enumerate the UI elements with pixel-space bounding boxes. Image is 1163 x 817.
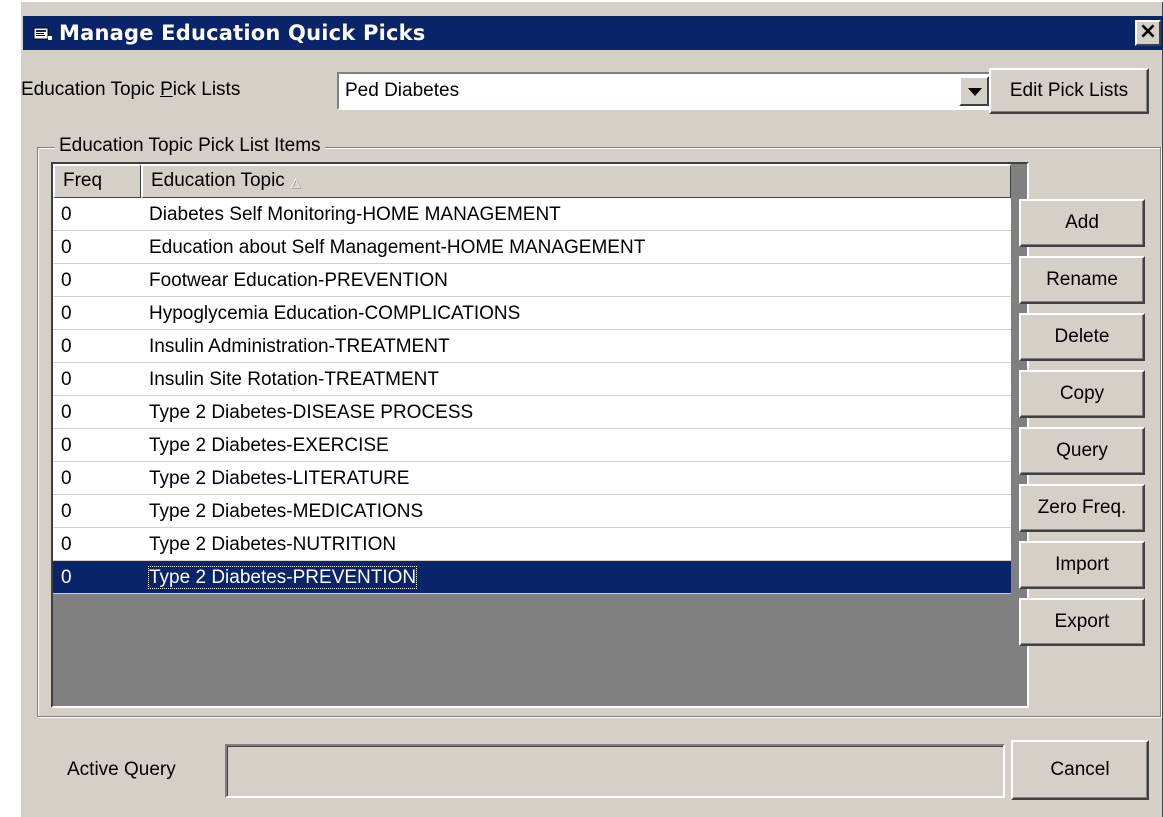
topic-text: Type 2 Diabetes-EXERCISE bbox=[149, 435, 389, 456]
app-icon bbox=[33, 25, 53, 42]
add-button[interactable]: Add bbox=[1019, 199, 1145, 247]
table-row[interactable]: 0 Footwear Education-PREVENTION bbox=[53, 264, 1011, 297]
topic-text: Footwear Education-PREVENTION bbox=[149, 270, 448, 291]
listview-header: Freq Education Topic △ bbox=[53, 164, 1027, 198]
topic-cell: Insulin Site Rotation-TREATMENT bbox=[141, 363, 1011, 395]
table-row[interactable]: 0 Type 2 Diabetes-PREVENTION bbox=[53, 561, 1011, 594]
freq-cell: 0 bbox=[61, 336, 72, 357]
topic-cell: Hypoglycemia Education-COMPLICATIONS bbox=[141, 297, 1011, 329]
freq-cell: 0 bbox=[61, 204, 72, 225]
picklist-label: Education Topic Pick Lists bbox=[21, 79, 240, 101]
rename-button[interactable]: Rename bbox=[1019, 256, 1145, 304]
copy-button[interactable]: Copy bbox=[1019, 370, 1145, 418]
topic-text: Insulin Site Rotation-TREATMENT bbox=[149, 369, 440, 390]
freq-cell: 0 bbox=[61, 402, 72, 423]
topic-cell: Education about Self Management-HOME MAN… bbox=[141, 231, 1011, 263]
topic-cell: Type 2 Diabetes-DISEASE PROCESS bbox=[141, 396, 1011, 428]
table-row[interactable]: 0 Insulin Site Rotation-TREATMENT bbox=[53, 363, 1011, 396]
topic-text: Type 2 Diabetes-LITERATURE bbox=[149, 468, 410, 489]
column-header-topic-label: Education Topic bbox=[151, 170, 285, 191]
picklist-dropdown[interactable]: Ped Diabetes bbox=[337, 72, 993, 110]
table-row[interactable]: 0 Type 2 Diabetes-NUTRITION bbox=[53, 528, 1011, 561]
column-header-freq-label: Freq bbox=[63, 170, 103, 191]
window-title: Manage Education Quick Picks bbox=[59, 21, 426, 45]
dialog-window: Manage Education Quick Picks × Education… bbox=[19, 0, 1163, 817]
close-icon: × bbox=[1138, 19, 1158, 44]
topics-listview[interactable]: Freq Education Topic △ 0 Diabetes Self Mon… bbox=[51, 162, 1029, 708]
topic-text: Education about Self Management-HOME MAN… bbox=[149, 237, 646, 258]
sort-ascending-icon: △ bbox=[290, 175, 301, 189]
table-row[interactable]: 0 Education about Self Management-HOME MA… bbox=[53, 231, 1011, 264]
topic-cell: Type 2 Diabetes-LITERATURE bbox=[141, 462, 1011, 494]
table-row[interactable]: 0 Type 2 Diabetes-MEDICATIONS bbox=[53, 495, 1011, 528]
topic-text: Type 2 Diabetes-NUTRITION bbox=[149, 534, 397, 555]
topic-cell: Type 2 Diabetes-NUTRITION bbox=[141, 528, 1011, 560]
freq-cell: 0 bbox=[61, 237, 72, 258]
picklist-label-text-a: Education Topic bbox=[21, 79, 161, 100]
active-query-label: Active Query bbox=[67, 759, 176, 780]
picklist-selected-value: Ped Diabetes bbox=[345, 80, 460, 101]
cancel-button[interactable]: Cancel bbox=[1011, 740, 1149, 800]
table-row[interactable]: 0 Diabetes Self Monitoring-HOME MANAGEMEN… bbox=[53, 198, 1011, 231]
topic-text: Hypoglycemia Education-COMPLICATIONS bbox=[149, 303, 521, 324]
freq-cell: 0 bbox=[61, 501, 72, 522]
import-button[interactable]: Import bbox=[1019, 541, 1145, 589]
table-row[interactable]: 0 Type 2 Diabetes-LITERATURE bbox=[53, 462, 1011, 495]
delete-button[interactable]: Delete bbox=[1019, 313, 1145, 361]
topic-cell: Insulin Administration-TREATMENT bbox=[141, 330, 1011, 362]
topic-text: Type 2 Diabetes-DISEASE PROCESS bbox=[149, 402, 474, 423]
dropdown-button[interactable] bbox=[959, 76, 989, 106]
freq-cell: 0 bbox=[61, 534, 72, 555]
freq-cell: 0 bbox=[61, 435, 72, 456]
active-query-field bbox=[225, 744, 1005, 798]
table-row[interactable]: 0 Hypoglycemia Education-COMPLICATIONS bbox=[53, 297, 1011, 330]
column-header-education-topic[interactable]: Education Topic △ bbox=[141, 164, 1011, 198]
query-button[interactable]: Query bbox=[1019, 427, 1145, 475]
topic-cell: Type 2 Diabetes-EXERCISE bbox=[141, 429, 1011, 461]
export-button[interactable]: Export bbox=[1019, 598, 1145, 646]
freq-cell: 0 bbox=[61, 369, 72, 390]
title-bar[interactable]: Manage Education Quick Picks × bbox=[23, 16, 1163, 50]
picklist-label-mnemonic: P bbox=[160, 79, 173, 100]
topic-cell: Type 2 Diabetes-PREVENTION bbox=[141, 561, 1011, 593]
topic-cell: Footwear Education-PREVENTION bbox=[141, 264, 1011, 296]
zero-freq-button[interactable]: Zero Freq. bbox=[1019, 484, 1145, 532]
freq-cell: 0 bbox=[61, 270, 72, 291]
items-group-label: Education Topic Pick List Items bbox=[55, 135, 325, 157]
freq-cell: 0 bbox=[61, 468, 72, 489]
topic-text: Insulin Administration-TREATMENT bbox=[149, 336, 450, 357]
close-button[interactable]: × bbox=[1135, 20, 1161, 46]
listview-rows: 0 Diabetes Self Monitoring-HOME MANAGEMEN… bbox=[53, 198, 1027, 594]
freq-cell: 0 bbox=[61, 567, 72, 588]
topic-cell: Type 2 Diabetes-MEDICATIONS bbox=[141, 495, 1011, 527]
table-row[interactable]: 0 Type 2 Diabetes-EXERCISE bbox=[53, 429, 1011, 462]
topic-text: Diabetes Self Monitoring-HOME MANAGEMENT bbox=[149, 204, 561, 225]
table-row[interactable]: 0 Type 2 Diabetes-DISEASE PROCESS bbox=[53, 396, 1011, 429]
edit-pick-lists-button[interactable]: Edit Pick Lists bbox=[989, 68, 1149, 114]
topic-text: Type 2 Diabetes-PREVENTION bbox=[147, 566, 418, 589]
freq-cell: 0 bbox=[61, 303, 72, 324]
column-header-freq[interactable]: Freq bbox=[53, 164, 141, 198]
chevron-down-icon bbox=[968, 88, 982, 96]
picklist-label-text-b: ick Lists bbox=[172, 79, 241, 100]
table-row[interactable]: 0 Insulin Administration-TREATMENT bbox=[53, 330, 1011, 363]
topic-cell: Diabetes Self Monitoring-HOME MANAGEMENT bbox=[141, 198, 1011, 230]
topic-text: Type 2 Diabetes-MEDICATIONS bbox=[149, 501, 424, 522]
